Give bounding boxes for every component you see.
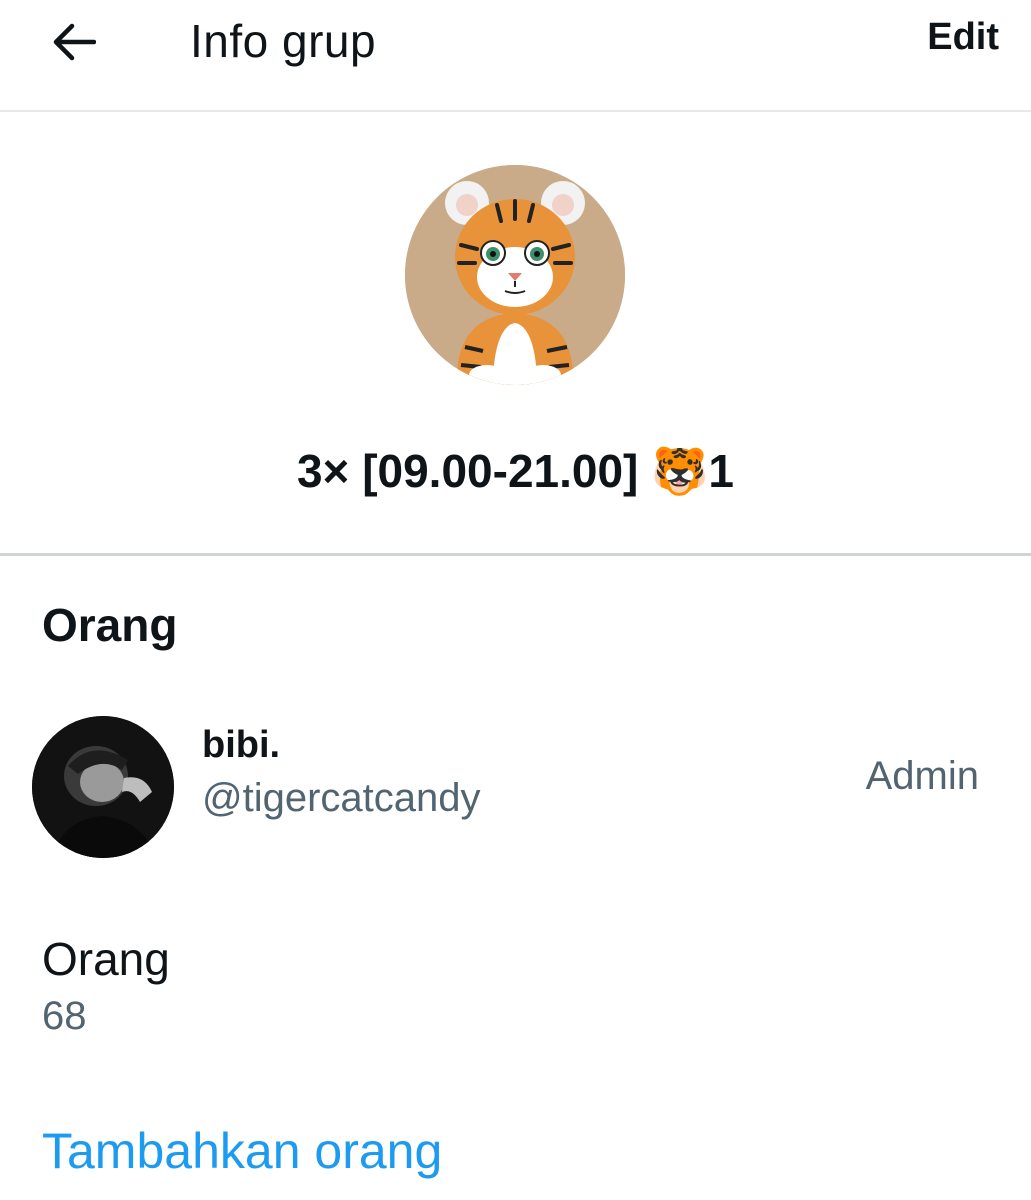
member-photo — [32, 716, 174, 858]
page-title: Info grup — [190, 15, 377, 67]
add-people-link[interactable]: Tambahkan orang — [42, 1122, 442, 1180]
people-section-title: Orang — [42, 599, 178, 651]
top-bar: Info grup Edit — [0, 0, 1031, 112]
people-count-value: 68 — [42, 994, 87, 1038]
member-row[interactable]: bibi. @tigercatcandy Admin — [0, 700, 1031, 870]
group-info-section: 3× [09.00-21.00] 🐯1 — [0, 112, 1031, 556]
member-handle: @tigercatcandy — [202, 776, 481, 820]
arrow-left-icon — [53, 23, 96, 61]
member-name: bibi. — [202, 724, 281, 766]
tiger-cub-icon — [405, 165, 625, 385]
group-avatar[interactable] — [405, 165, 625, 385]
member-role-badge: Admin — [865, 754, 979, 798]
people-count-label: Orang — [42, 933, 170, 985]
edit-button[interactable]: Edit — [927, 16, 999, 59]
back-button[interactable] — [40, 12, 108, 72]
avatar — [32, 716, 174, 858]
group-name: 3× [09.00-21.00] 🐯1 — [296, 445, 735, 497]
